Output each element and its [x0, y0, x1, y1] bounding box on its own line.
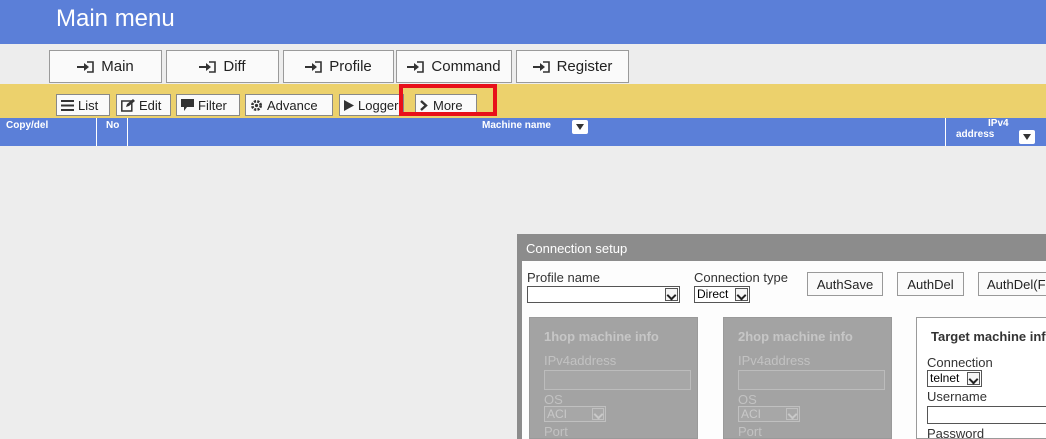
hop2-os-select: ACI: [738, 406, 800, 422]
connection-type-label: Connection type: [694, 270, 788, 285]
auth-del-button[interactable]: AuthDel: [897, 272, 964, 296]
table-header: Copy/del No Machine name IPv4 address: [0, 118, 1046, 146]
hop1-os-label: OS: [544, 392, 563, 407]
chevron-down-icon: [967, 372, 980, 385]
hop1-os-value: ACI: [547, 407, 568, 421]
ipv4-filter-dropdown-icon[interactable]: [1019, 130, 1035, 144]
tab-main[interactable]: Main: [49, 50, 162, 83]
connection-setup-dialog: Connection setup Profile name Connection…: [517, 234, 1046, 439]
auth-del-f-button[interactable]: AuthDel(F: [978, 272, 1046, 296]
hop2-machine-panel: 2hop machine info IPv4address OS ACI Por…: [723, 317, 892, 439]
hop1-ipv4-input: [544, 370, 691, 390]
logger-button-label: Logger: [358, 97, 399, 113]
dialog-body: Profile name Connection type Direct Auth…: [522, 261, 1046, 439]
connection-type-select[interactable]: Direct: [694, 286, 750, 303]
profile-name-label: Profile name: [527, 270, 600, 285]
comment-icon: [181, 99, 194, 111]
sign-in-icon: [407, 60, 425, 73]
hop2-port-label: Port: [738, 424, 762, 439]
hop1-title: 1hop machine info: [544, 329, 659, 344]
hop2-os-label: OS: [738, 392, 757, 407]
advance-button[interactable]: Advance: [245, 94, 333, 116]
edit-button-label: Edit: [139, 97, 162, 113]
column-no[interactable]: No: [106, 120, 119, 131]
dialog-title[interactable]: Connection setup: [526, 241, 627, 256]
hop2-ipv4-input: [738, 370, 885, 390]
machine-name-filter-dropdown-icon[interactable]: [572, 120, 588, 134]
column-machine-name[interactable]: Machine name: [482, 120, 551, 131]
chevron-down-icon: [735, 288, 748, 301]
filter-button-label: Filter: [198, 97, 227, 113]
tab-command-label: Command: [431, 58, 501, 75]
page: Main menu Main Diff Profile Command Regi…: [0, 0, 1046, 439]
advance-button-label: Advance: [267, 97, 318, 113]
edit-icon: [121, 98, 135, 112]
more-button-highlight: [399, 84, 497, 116]
tab-register-label: Register: [556, 58, 613, 75]
filter-button[interactable]: Filter: [176, 94, 240, 116]
target-connection-value: telnet: [930, 371, 960, 385]
hop1-machine-panel: 1hop machine info IPv4address OS ACI Por…: [529, 317, 698, 439]
column-ipv4-line1: IPv4: [988, 118, 1009, 129]
toolbar: List Edit Filter Advance Logger More: [0, 84, 1046, 118]
column-separator: [945, 118, 946, 146]
logger-button[interactable]: Logger: [339, 94, 404, 116]
tab-diff[interactable]: Diff: [166, 50, 279, 83]
hop2-ipv4-label: IPv4address: [738, 353, 811, 368]
target-username-label: Username: [927, 389, 987, 404]
chevron-down-icon: [786, 408, 798, 420]
sign-in-icon: [305, 60, 323, 73]
hop1-os-select: ACI: [544, 406, 606, 422]
gear-icon: [251, 99, 262, 111]
sign-in-icon: [77, 60, 95, 73]
sign-in-icon: [532, 60, 550, 73]
target-connection-label: Connection: [927, 355, 993, 370]
hop1-ipv4-label: IPv4address: [544, 353, 617, 368]
hop2-title: 2hop machine info: [738, 329, 853, 344]
list-icon: [61, 99, 74, 111]
tab-command[interactable]: Command: [396, 50, 512, 83]
target-machine-panel: Target machine inf Connection telnet Use…: [916, 317, 1046, 439]
chevron-down-icon: [592, 408, 604, 420]
column-separator: [96, 118, 97, 146]
tab-bar: Main Diff Profile Command Register: [0, 44, 1046, 84]
tab-profile-label: Profile: [329, 58, 372, 75]
column-copy-del[interactable]: Copy/del: [6, 120, 48, 131]
hop2-os-value: ACI: [741, 407, 762, 421]
tab-diff-label: Diff: [223, 58, 246, 75]
profile-name-select[interactable]: [527, 286, 680, 303]
list-button[interactable]: List: [56, 94, 110, 116]
column-separator: [127, 118, 128, 146]
tab-register[interactable]: Register: [516, 50, 629, 83]
connection-type-value: Direct: [697, 287, 729, 301]
auth-save-button[interactable]: AuthSave: [807, 272, 883, 296]
hop1-port-label: Port: [544, 424, 568, 439]
tab-main-label: Main: [101, 58, 134, 75]
main-header: Main menu: [0, 0, 1046, 44]
column-ipv4-address[interactable]: address: [956, 129, 994, 140]
sign-in-icon: [199, 60, 217, 73]
play-icon: [344, 99, 354, 111]
chevron-down-icon: [665, 288, 678, 301]
edit-button[interactable]: Edit: [116, 94, 171, 116]
target-username-input[interactable]: [927, 406, 1046, 424]
target-title: Target machine inf: [931, 329, 1046, 344]
target-connection-select[interactable]: telnet: [927, 370, 982, 387]
tab-profile[interactable]: Profile: [283, 50, 394, 83]
list-button-label: List: [78, 97, 99, 113]
target-password-label: Password: [927, 426, 985, 439]
page-title: Main menu: [56, 5, 175, 32]
